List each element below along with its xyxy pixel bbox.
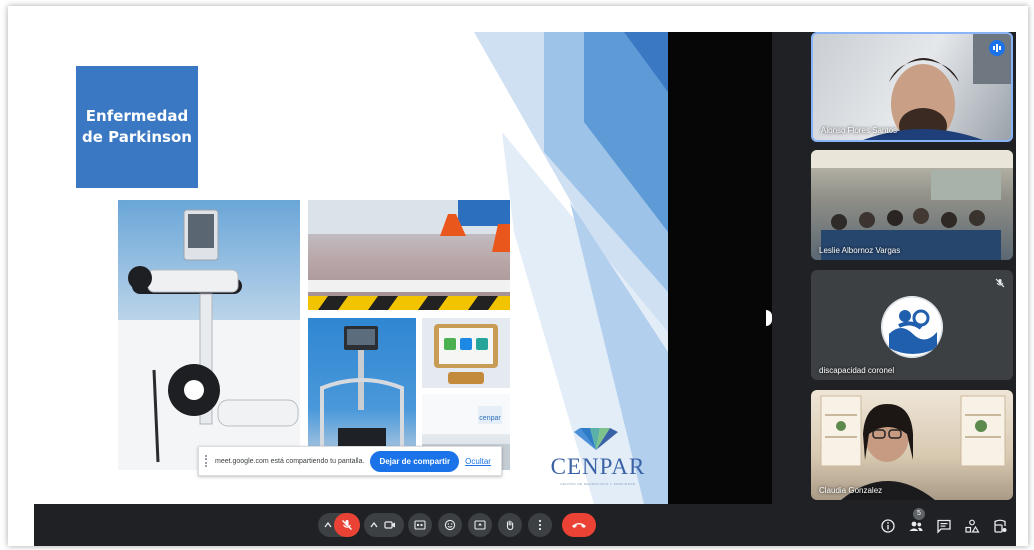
info-icon[interactable] xyxy=(880,518,896,534)
more-options-button[interactable] xyxy=(528,513,552,537)
svg-text:cenpar: cenpar xyxy=(479,415,501,422)
reactions-button[interactable] xyxy=(438,513,462,537)
raise-hand-button[interactable] xyxy=(498,513,522,537)
participant-tile[interactable]: Claudia Gonzalez xyxy=(811,390,1013,500)
photo-rehab-bike xyxy=(118,200,300,470)
chevron-up-icon[interactable] xyxy=(370,521,378,529)
participant-tile[interactable]: Leslie Albornoz Vargas xyxy=(811,150,1013,260)
stop-sharing-button[interactable]: Dejar de compartir xyxy=(370,450,460,472)
mic-off-icon xyxy=(342,520,352,530)
participant-video xyxy=(811,150,1013,260)
screenshot-frame: Enfermedad de Parkinson cenpar meet.goog… xyxy=(8,6,1028,546)
participant-name: Claudia Gonzalez xyxy=(819,486,883,495)
chevron-up-icon[interactable] xyxy=(324,521,332,529)
camera-control-group xyxy=(364,513,404,537)
participant-name: Alonso Flores Santos xyxy=(821,126,898,135)
participant-tile[interactable]: Alonso Flores Santos xyxy=(811,32,1013,142)
avatar xyxy=(881,296,943,358)
mic-control-group xyxy=(318,513,360,537)
speaking-indicator-icon xyxy=(989,40,1005,56)
slide-title: Enfermedad de Parkinson xyxy=(82,107,192,146)
logo-mark-icon xyxy=(574,428,618,450)
meet-window: Enfermedad de Parkinson cenpar meet.goog… xyxy=(34,32,1016,546)
photo-tablet-device xyxy=(422,318,510,388)
share-message: meet.google.com está compartiendo tu pan… xyxy=(215,457,365,465)
chat-icon[interactable] xyxy=(936,518,952,534)
participant-name: discapacidad coronel xyxy=(819,366,895,375)
captions-icon xyxy=(414,520,426,530)
end-call-icon xyxy=(572,523,586,528)
screen-share-bar: meet.google.com está compartiendo tu pan… xyxy=(198,446,502,476)
mic-off-button[interactable] xyxy=(334,513,360,537)
participant-video xyxy=(820,395,1006,500)
participant-tile[interactable]: discapacidad coronel xyxy=(811,270,1013,380)
meeting-controls-bar: 5 xyxy=(34,504,1016,546)
more-icon xyxy=(538,519,542,531)
hand-icon xyxy=(506,520,514,531)
activities-icon[interactable] xyxy=(964,518,980,534)
shared-screen-margin xyxy=(668,32,772,504)
emoji-icon xyxy=(444,519,456,531)
drag-handle-icon[interactable] xyxy=(205,455,209,467)
camera-icon[interactable] xyxy=(384,520,396,530)
present-icon xyxy=(474,520,486,530)
participant-name: Leslie Albornoz Vargas xyxy=(819,246,901,255)
people-icon[interactable] xyxy=(908,518,924,534)
mic-off-icon xyxy=(995,278,1005,288)
slide-title-box: Enfermedad de Parkinson xyxy=(76,66,198,188)
cenpar-logo: CENPAR CENTRO DE NEUROLOGÍA Y PARKINSON xyxy=(546,424,650,490)
captions-button[interactable] xyxy=(408,513,432,537)
present-button[interactable] xyxy=(468,513,492,537)
host-controls-icon[interactable] xyxy=(992,518,1008,534)
leave-call-button[interactable] xyxy=(562,513,596,537)
photo-walkway xyxy=(308,200,510,310)
logo-text: CENPAR xyxy=(550,454,646,479)
hide-share-bar-link[interactable]: Ocultar xyxy=(465,457,491,466)
logo-tagline: CENTRO DE NEUROLOGÍA Y PARKINSON xyxy=(560,482,636,486)
shared-screen: Enfermedad de Parkinson cenpar meet.goog… xyxy=(34,32,668,504)
